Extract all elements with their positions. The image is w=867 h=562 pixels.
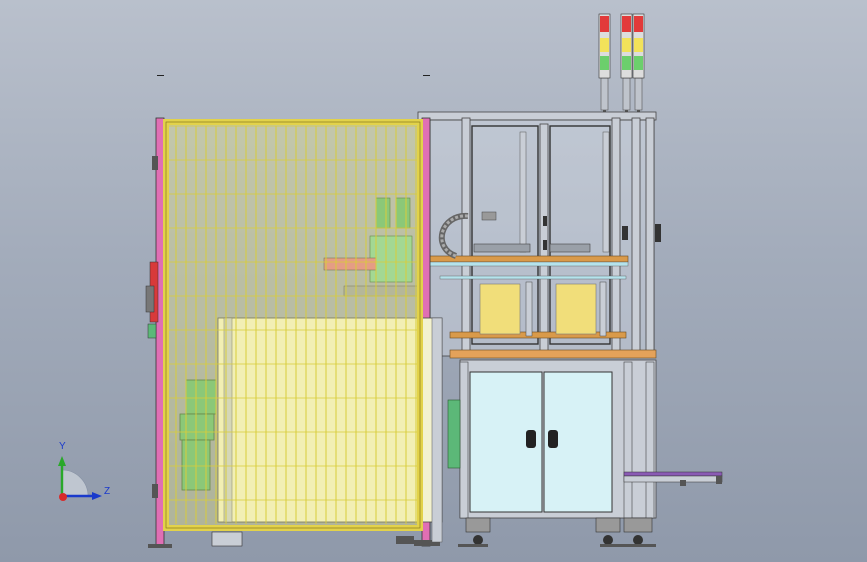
machine-frame	[417, 111, 661, 357]
cad-viewport[interactable]: Y Z	[0, 0, 867, 562]
machine-model[interactable]	[0, 0, 867, 562]
triad-y-label: Y	[59, 441, 66, 452]
lower-cabinet	[458, 359, 657, 547]
safety-fence	[163, 119, 423, 531]
signal-tower-2	[620, 13, 633, 118]
coordinate-triad	[58, 456, 102, 501]
signal-tower-1	[598, 13, 611, 118]
triad-z-label: Z	[104, 486, 111, 497]
signal-tower-3	[632, 13, 645, 118]
